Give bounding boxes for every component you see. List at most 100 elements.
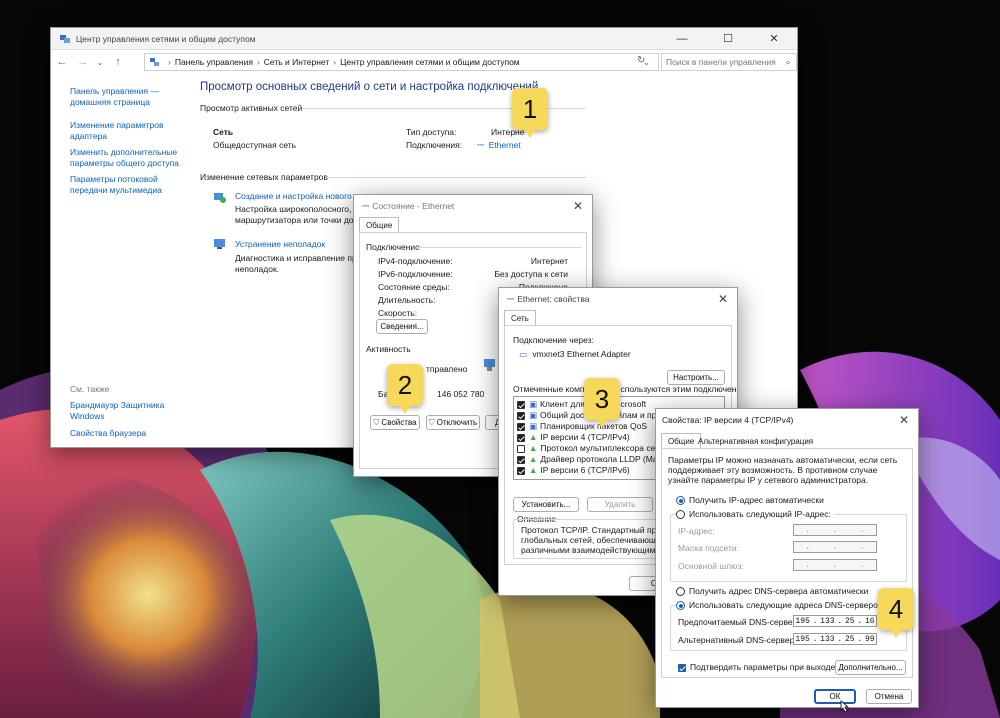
manual-dns-label: Использовать следующие адреса DNS-сервер…: [689, 600, 885, 610]
ip-address-label: IP-адрес:: [678, 526, 715, 536]
ipv6-value: Без доступа к сети: [494, 269, 568, 279]
properties-button[interactable]: ⛉ Свойства: [370, 415, 420, 430]
eth-props-close-button[interactable]: ✕: [709, 289, 737, 309]
preferred-dns-field[interactable]: 195. 133. 25. 16: [793, 615, 877, 627]
sidebar-item-sharing[interactable]: Изменить дополнительные параметры общего…: [70, 147, 190, 169]
breadcrumb-control-panel[interactable]: Панель управления: [175, 57, 253, 67]
address-bar[interactable]: › Панель управления › Сеть и Интернет › …: [144, 53, 659, 71]
component-icon: ▣: [529, 421, 538, 431]
task-troubleshoot[interactable]: Устранение неполадок: [235, 239, 325, 249]
validate-option[interactable]: Подтвердить параметры при выходе: [678, 662, 835, 672]
close-button[interactable]: ✕: [751, 28, 797, 50]
sidebar-item-home[interactable]: Панель управления — домашняя страница: [70, 86, 190, 108]
auto-dns-radio[interactable]: [676, 587, 685, 597]
ipv4-titlebar: Свойства: IP версии 4 (TCP/IPv4) ✕: [656, 409, 918, 431]
auto-ip-radio[interactable]: [676, 496, 685, 506]
component-label: IP версии 6 (TCP/IPv6): [540, 465, 630, 475]
manual-ip-label: Использовать следующий IP-адрес:: [689, 509, 831, 519]
auto-dns-option[interactable]: Получить адрес DNS-сервера автоматически: [676, 586, 869, 597]
forward-icon[interactable]: →: [73, 56, 93, 68]
ipv4-label: IPv4-подключение:: [378, 256, 453, 266]
preferred-dns-octet-2: 133: [820, 616, 835, 626]
manual-ip-option[interactable]: Использовать следующий IP-адрес:: [676, 509, 834, 520]
divider: [416, 247, 582, 248]
tab-ipv4-general[interactable]: Общие: [661, 433, 702, 449]
sidebar-item-adapter[interactable]: Изменение параметров адаптера: [70, 120, 190, 142]
component-checkbox[interactable]: [517, 466, 525, 475]
task-troubleshoot-desc-1: Диагностика и исправление про: [235, 253, 362, 263]
ethernet-icon: ⎓: [477, 140, 485, 150]
alternate-dns-octet-4: 99: [864, 634, 875, 644]
tab-general[interactable]: Общие: [359, 217, 400, 233]
search-placeholder: Поиск в панели управления: [666, 57, 776, 67]
eth-props-title: Ethernet: свойства: [517, 294, 590, 304]
details-button[interactable]: Сведения...: [376, 319, 428, 334]
manual-dns-option[interactable]: Использовать следующие адреса DNS-сервер…: [676, 600, 888, 611]
manual-dns-radio[interactable]: [676, 601, 685, 611]
ethernet-link-label[interactable]: Ethernet: [489, 140, 521, 150]
cursor-icon: [840, 700, 850, 713]
component-icon: ▣: [529, 399, 538, 409]
ipv4-properties-dialog: Свойства: IP версии 4 (TCP/IPv4) ✕ Общие…: [655, 408, 919, 708]
configure-button[interactable]: Настроить...: [667, 370, 725, 385]
auto-ip-label: Получить IP-адрес автоматически: [689, 495, 824, 505]
page-title: Просмотр основных сведений о сети и наст…: [200, 81, 539, 93]
component-checkbox[interactable]: [517, 422, 525, 431]
preferred-dns-octet-1: 195: [795, 616, 810, 626]
ip-address-field[interactable]: ...: [793, 524, 877, 536]
sent-label: тправлено: [426, 364, 468, 374]
advanced-button[interactable]: Дополнительно...: [835, 660, 906, 675]
component-checkbox[interactable]: [517, 433, 525, 442]
troubleshoot-icon: [214, 239, 225, 249]
search-input[interactable]: Поиск в панели управления ⌕: [661, 53, 797, 71]
bytes-sent-value: 146 052 780: [437, 389, 485, 399]
tab-network[interactable]: Сеть: [504, 310, 536, 326]
new-connection-icon: [214, 193, 226, 203]
cancel-button[interactable]: Отмена: [866, 689, 912, 704]
back-icon[interactable]: ←: [51, 56, 73, 68]
see-also-firewall[interactable]: Брандмауэр Защитника Windows: [70, 400, 190, 422]
validate-checkbox[interactable]: [678, 663, 686, 672]
maximize-button[interactable]: ☐: [705, 28, 751, 50]
connection-section-title: Подключение: [366, 242, 420, 252]
ethernet-connection-link[interactable]: ⎓ Ethernet: [477, 140, 521, 151]
breadcrumb-network-center[interactable]: Центр управления сетями и общим доступом: [340, 57, 520, 67]
status-close-button[interactable]: ✕: [564, 196, 592, 216]
recent-chevron-icon[interactable]: ⌄: [93, 58, 107, 67]
search-icon[interactable]: ⌕: [780, 57, 796, 68]
ipv4-close-button[interactable]: ✕: [890, 410, 918, 430]
gateway-field[interactable]: ...: [793, 559, 877, 571]
minimize-button[interactable]: —: [659, 28, 705, 50]
see-also: См. также Брандмауэр Защитника Windows С…: [70, 384, 190, 439]
remove-button[interactable]: Удалить: [587, 497, 653, 512]
component-checkbox[interactable]: [517, 411, 525, 420]
adapter-icon: ▭: [519, 349, 528, 359]
manual-ip-radio[interactable]: [676, 510, 685, 520]
step-marker-2: 2: [387, 364, 423, 414]
adapter-row: ▭ vmxnet3 Ethernet Adapter: [519, 349, 631, 360]
step-marker-1: 1: [512, 88, 548, 138]
install-button[interactable]: Установить...: [513, 497, 579, 512]
connections-label: Подключения:: [406, 140, 463, 150]
network-center-titlebar: Центр управления сетями и общим доступом…: [51, 28, 797, 50]
adapter-name: vmxnet3 Ethernet Adapter: [532, 349, 631, 359]
component-checkbox[interactable]: [517, 444, 525, 453]
tab-ipv4-alternate[interactable]: Альтернативная конфигурация: [698, 437, 813, 446]
see-also-browser[interactable]: Свойства браузера: [70, 428, 190, 439]
status-titlebar: ⎓ Состояние - Ethernet ✕: [354, 195, 592, 217]
component-checkbox[interactable]: [517, 455, 525, 464]
breadcrumb-separator-icon: ›: [168, 57, 171, 67]
auto-dns-label: Получить адрес DNS-сервера автоматически: [689, 586, 869, 596]
status-title: Состояние - Ethernet: [372, 201, 455, 211]
up-icon[interactable]: ↑: [107, 56, 129, 68]
alternate-dns-field[interactable]: 195. 133. 25. 99: [793, 633, 877, 645]
subnet-mask-field[interactable]: ...: [793, 541, 877, 553]
refresh-icon[interactable]: ↻: [637, 55, 645, 66]
breadcrumb-network-internet[interactable]: Сеть и Интернет: [264, 57, 329, 67]
disable-button[interactable]: ⛉ Отключить: [426, 415, 480, 430]
auto-ip-option[interactable]: Получить IP-адрес автоматически: [676, 495, 824, 506]
component-checkbox[interactable]: [517, 400, 525, 409]
sidebar-item-streaming[interactable]: Параметры потоковой передачи мультимедиа: [70, 174, 190, 196]
breadcrumb-separator-icon: ›: [256, 57, 260, 67]
network-activity-icon: [484, 359, 495, 371]
